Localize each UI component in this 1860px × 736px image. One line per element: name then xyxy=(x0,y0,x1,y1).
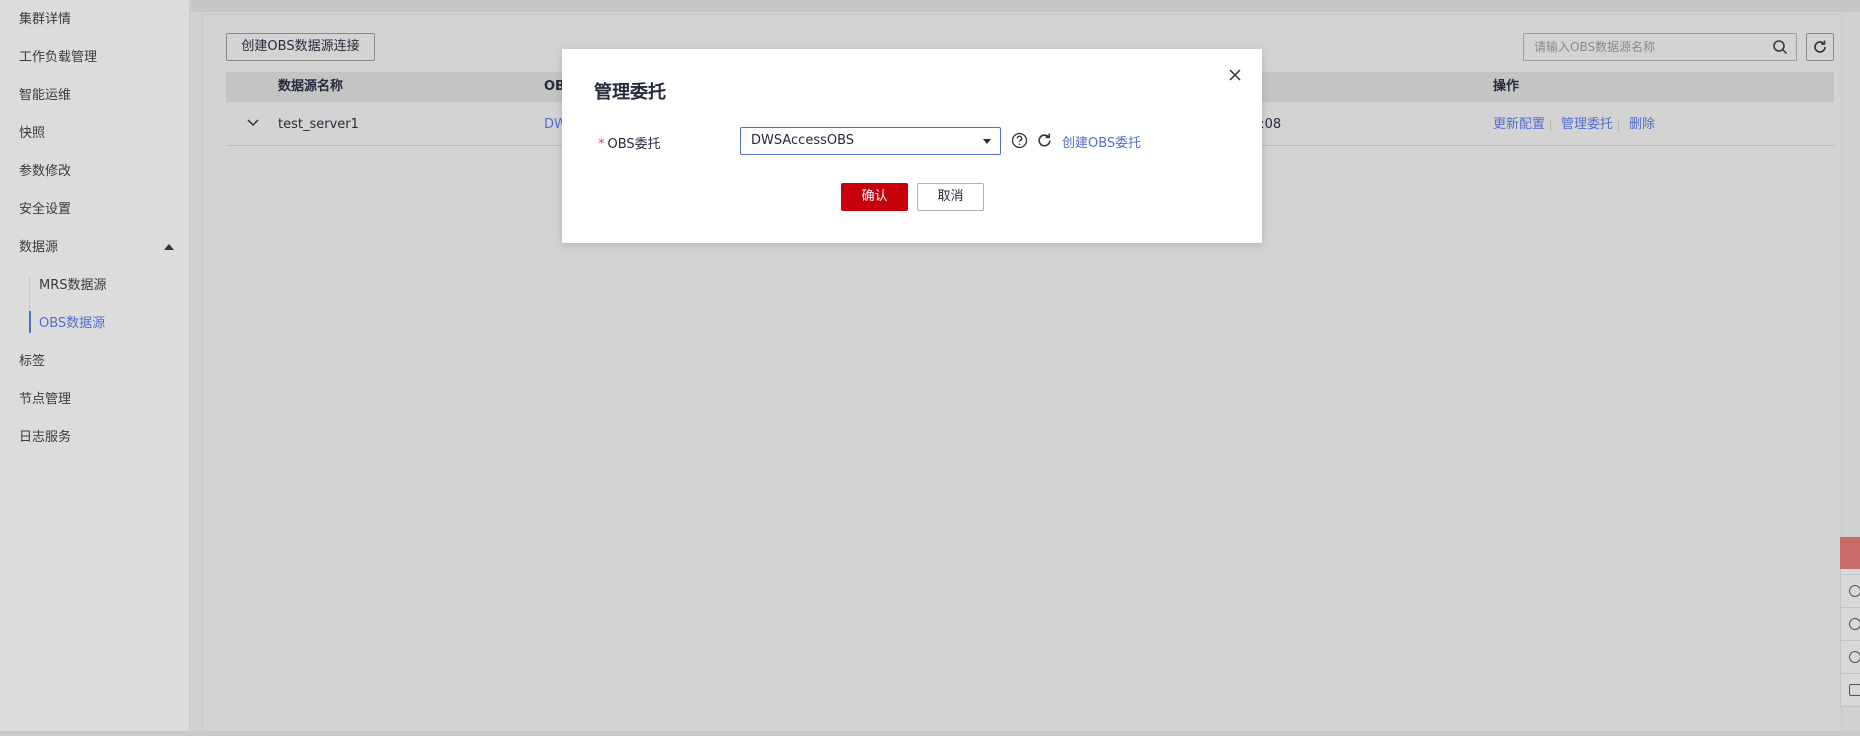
manage-delegation-link[interactable]: 管理委托 xyxy=(1561,103,1613,146)
row-name: test_server1 xyxy=(278,117,359,132)
chevron-down-icon[interactable] xyxy=(246,118,260,128)
sidebar: 集群详情 工作负载管理 智能运维 快照 参数修改 安全设置 数据源 MRS数据源… xyxy=(0,0,190,736)
sidebar-item-tags[interactable]: 标签 xyxy=(19,352,45,372)
obs-delegation-label-text: OBS委托 xyxy=(607,137,661,152)
search-icon[interactable] xyxy=(1772,39,1788,55)
delete-link[interactable]: 删除 xyxy=(1629,103,1655,146)
sidebar-item-node-management[interactable]: 节点管理 xyxy=(19,390,71,410)
support-icon[interactable] xyxy=(1849,618,1860,630)
top-strip xyxy=(191,0,1860,12)
create-obs-delegation-link[interactable]: 创建OBS委托 xyxy=(1062,132,1141,151)
refresh-icon xyxy=(1814,40,1826,53)
column-header-actions: 操作 xyxy=(1493,79,1520,94)
obs-delegation-select[interactable]: DWSAccessOBS xyxy=(740,127,1001,155)
sidebar-item-workload-management[interactable]: 工作负载管理 xyxy=(19,48,97,68)
required-mark: * xyxy=(598,137,605,152)
active-indicator xyxy=(29,311,31,333)
feedback-button[interactable] xyxy=(1840,537,1860,569)
create-obs-connection-button[interactable]: 创建OBS数据源连接 xyxy=(226,33,375,61)
column-header-name: 数据源名称 xyxy=(278,79,344,94)
edit-icon[interactable] xyxy=(1849,684,1860,696)
select-value: DWSAccessOBS xyxy=(751,133,855,148)
caret-up-icon[interactable] xyxy=(164,244,174,250)
bottom-edge xyxy=(0,731,1860,736)
divider xyxy=(1840,607,1860,608)
sidebar-item-log-service[interactable]: 日志服务 xyxy=(19,428,71,448)
manage-delegation-dialog: 管理委托 * OBS委托 DWSAccessOBS 创建OBS委托 确认 取消 xyxy=(562,49,1262,243)
help-icon[interactable] xyxy=(1849,651,1860,663)
close-icon[interactable] xyxy=(1228,68,1242,82)
smile-icon[interactable] xyxy=(1849,585,1860,597)
confirm-button[interactable]: 确认 xyxy=(841,183,908,211)
update-config-link[interactable]: 更新配置 xyxy=(1493,103,1545,146)
sidebar-item-data-source[interactable]: 数据源 xyxy=(19,238,58,258)
cancel-button[interactable]: 取消 xyxy=(917,183,984,211)
sidebar-item-security[interactable]: 安全设置 xyxy=(19,200,71,220)
refresh-icon[interactable] xyxy=(1036,132,1053,149)
dialog-title: 管理委托 xyxy=(594,82,666,103)
sidebar-item-intelligent-ops[interactable]: 智能运维 xyxy=(19,86,71,106)
search-input[interactable]: 请输入OBS数据源名称 xyxy=(1534,34,1655,60)
divider xyxy=(1840,574,1860,575)
refresh-button[interactable] xyxy=(1806,33,1834,61)
sidebar-item-parameters[interactable]: 参数修改 xyxy=(19,162,71,182)
sidebar-item-mrs-data-source[interactable]: MRS数据源 xyxy=(39,276,107,296)
divider xyxy=(1840,673,1860,674)
sidebar-item-snapshot[interactable]: 快照 xyxy=(19,124,45,144)
sidebar-item-obs-data-source[interactable]: OBS数据源 xyxy=(39,314,105,334)
caret-down-icon xyxy=(983,139,991,144)
divider xyxy=(1840,640,1860,641)
action-separator xyxy=(1618,119,1619,131)
obs-delegation-label: * OBS委托 xyxy=(598,133,661,152)
search-box[interactable]: 请输入OBS数据源名称 xyxy=(1523,33,1797,61)
action-separator xyxy=(1550,119,1551,131)
sidebar-item-cluster-details[interactable]: 集群详情 xyxy=(19,10,71,30)
question-icon[interactable] xyxy=(1011,132,1028,149)
